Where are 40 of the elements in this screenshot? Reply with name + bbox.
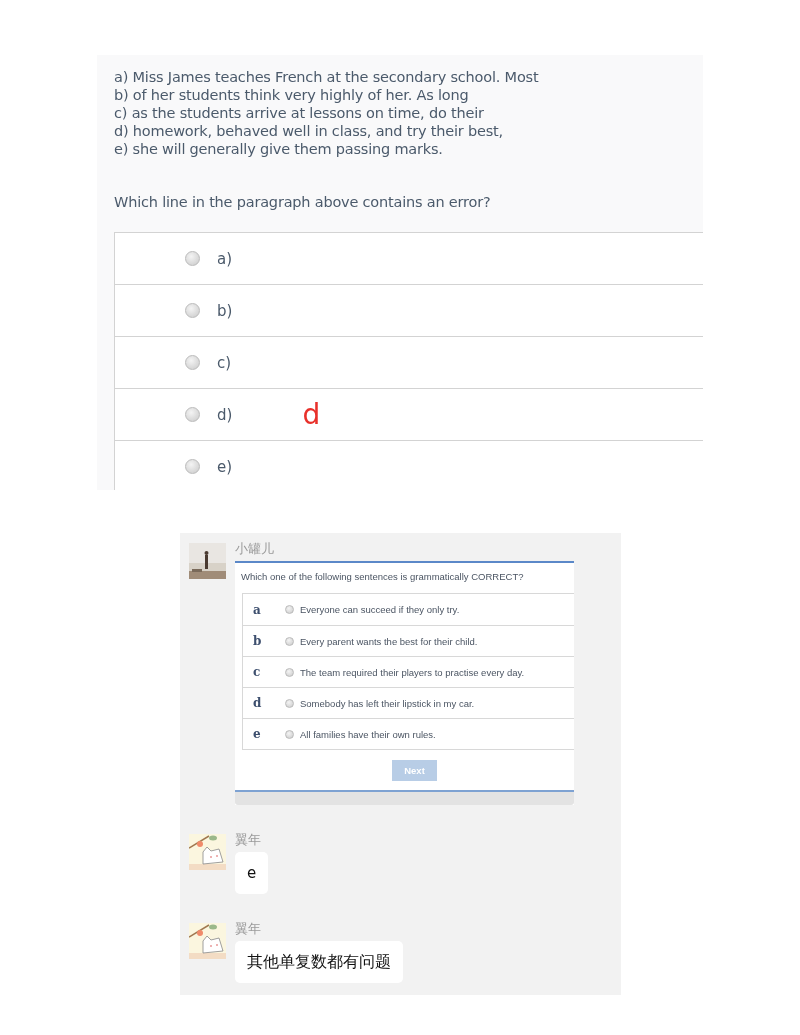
radio-button[interactable] [285,729,294,739]
passage-line: c) as the students arrive at lessons on time, do their [114,104,485,122]
passage-line: a) Miss James teaches French at the secondary school. Most [114,68,540,86]
option-text: All families have their own rules. [300,728,436,740]
question-text: Which line in the paragraph above contains an error? [114,193,492,211]
answer-option[interactable]: d) d [114,389,703,441]
sender-name: 翼年 [235,921,262,937]
passage-line: b) of her students think very highly of her. As long [114,86,470,104]
sender-name: 翼年 [235,832,262,848]
answer-option[interactable]: c) [114,337,703,389]
option-text: Somebody has left their lipstick in my car. [300,697,475,709]
radio-button[interactable] [185,407,200,422]
option-letter: d [252,696,263,710]
radio-button[interactable] [185,355,200,370]
answer-option[interactable]: a) [114,233,703,285]
option-text: Everyone can succeed if they only try. [300,604,460,615]
answer-option[interactable]: e) [114,441,703,490]
question-text: Which one of the following sentences is grammatically CORRECT? [240,570,525,584]
passage-line: d) homework, behaved well in class, and try their best, [114,122,504,140]
radio-button[interactable] [285,698,294,708]
option-letter: a [252,602,262,617]
sender-name: 小罐儿 [235,541,275,557]
radio-button[interactable] [285,636,294,646]
radio-button[interactable] [185,459,200,474]
option-text: The team required their players to practise every day. [300,666,525,678]
passage-line: e) she will generally give them passing marks. [114,140,444,158]
radio-button[interactable] [285,605,294,614]
cat-avatar-icon [189,834,226,870]
radio-button[interactable] [285,667,294,677]
option-text: Every parent wants the best for their child. [300,635,478,647]
message-bubble: 其他单复数都有问题 [235,941,403,983]
option-letter: e [252,727,262,741]
message-bubble: e [235,852,269,894]
handwritten-note: d [302,398,321,431]
option-letter: b [252,634,263,648]
option-letter: c [252,665,262,679]
radio-button[interactable] [185,303,200,318]
cat-avatar-icon [189,923,226,959]
answer-option[interactable]: b) [114,285,703,337]
radio-button[interactable] [185,251,200,266]
